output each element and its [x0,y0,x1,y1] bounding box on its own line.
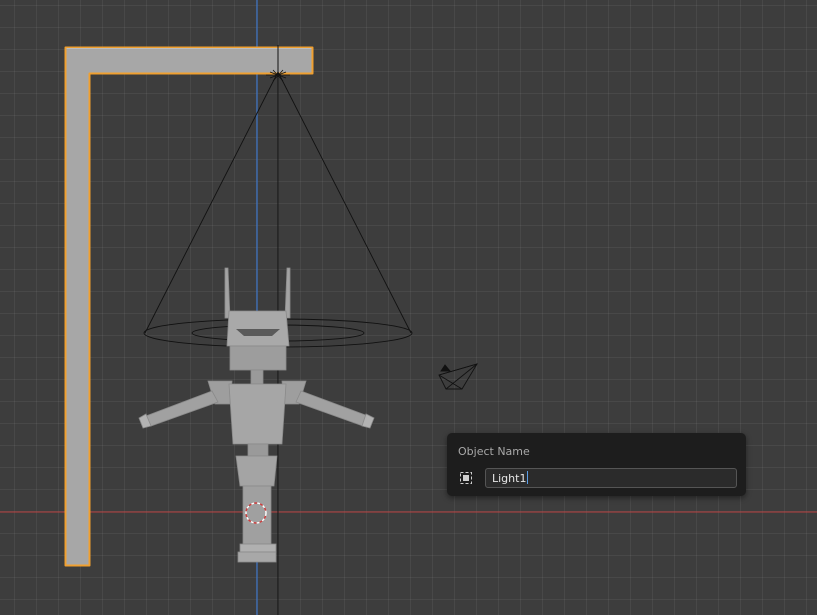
object-name-value: Light1 [492,472,527,485]
rename-object-popup[interactable]: Object Name Light1 [447,433,746,496]
scene-canvas[interactable] [0,0,817,615]
3d-viewport[interactable]: Object Name Light1 [0,0,817,615]
popup-title: Object Name [458,445,530,458]
gallows-frame[interactable] [64,46,314,567]
object-data-icon [460,472,472,484]
robot-figure[interactable] [138,267,375,563]
object-name-input[interactable]: Light1 [485,468,737,488]
camera[interactable] [438,363,478,390]
text-cursor [527,471,529,484]
